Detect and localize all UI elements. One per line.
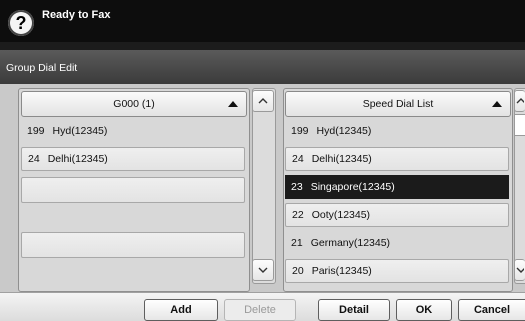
group-list-empty-row [21,232,245,258]
speed-list-item[interactable]: 24 Delhi(12345) [285,147,509,171]
group-list-header[interactable]: G000 (1) [21,91,247,117]
sort-up-icon [228,101,238,107]
group-list-header-label: G000 (1) [113,98,155,110]
delete-button[interactable]: Delete [224,299,296,321]
chevron-up-icon [258,98,268,104]
item-number: 199 [291,125,309,137]
item-label: Hyd(12345) [316,125,372,137]
group-list-item[interactable]: 199 Hyd(12345) [21,119,245,143]
chevron-down-icon [258,267,268,273]
group-list-empty-row [21,177,245,203]
ok-button[interactable]: OK [396,299,452,321]
item-number: 22 [292,209,304,221]
speed-list-item[interactable]: 199 Hyd(12345) [285,119,509,143]
item-label: Paris(12345) [311,265,372,277]
item-number: 199 [27,125,45,137]
item-label: Delhi(12345) [311,153,372,165]
speed-list-header[interactable]: Speed Dial List [285,91,511,117]
group-list-item[interactable]: 24 Delhi(12345) [21,147,245,171]
item-number: 24 [28,153,40,165]
item-label: Singapore(12345) [310,181,395,193]
sort-up-icon [492,101,502,107]
speed-list-item[interactable]: 22 Ooty(12345) [285,203,509,227]
item-number: 24 [292,153,304,165]
scroll-up-button[interactable] [252,90,274,112]
scroll-down-button[interactable] [252,259,274,281]
item-label: Ooty(12345) [311,209,371,221]
item-number: 21 [291,237,303,249]
header-divider [0,42,525,50]
cancel-button[interactable]: Cancel [458,299,525,321]
item-label: Delhi(12345) [47,153,108,165]
screen-title-bar: Group Dial Edit [0,50,525,84]
item-number: 23 [291,181,303,193]
help-icon[interactable]: ? [8,10,34,36]
speed-list-item-selected[interactable]: 23 Singapore(12345) [285,175,509,199]
status-title: Ready to Fax [42,9,111,21]
item-label: Germany(12345) [310,237,391,249]
scroll-thumb[interactable] [514,114,525,136]
add-button[interactable]: Add [144,299,218,321]
item-label: Hyd(12345) [52,125,108,137]
speed-list-header-label: Speed Dial List [362,98,434,110]
scroll-down-button[interactable] [514,259,525,281]
chevron-down-icon [516,267,524,273]
speed-list-item[interactable]: 21 Germany(12345) [285,231,509,255]
group-list-scrollbar[interactable] [252,88,276,284]
item-number: 20 [292,265,304,277]
detail-button[interactable]: Detail [318,299,390,321]
chevron-up-icon [516,98,524,104]
speed-list-item[interactable]: 20 Paris(12345) [285,259,509,283]
screen-title: Group Dial Edit [6,62,78,74]
scroll-up-button[interactable] [514,90,525,112]
